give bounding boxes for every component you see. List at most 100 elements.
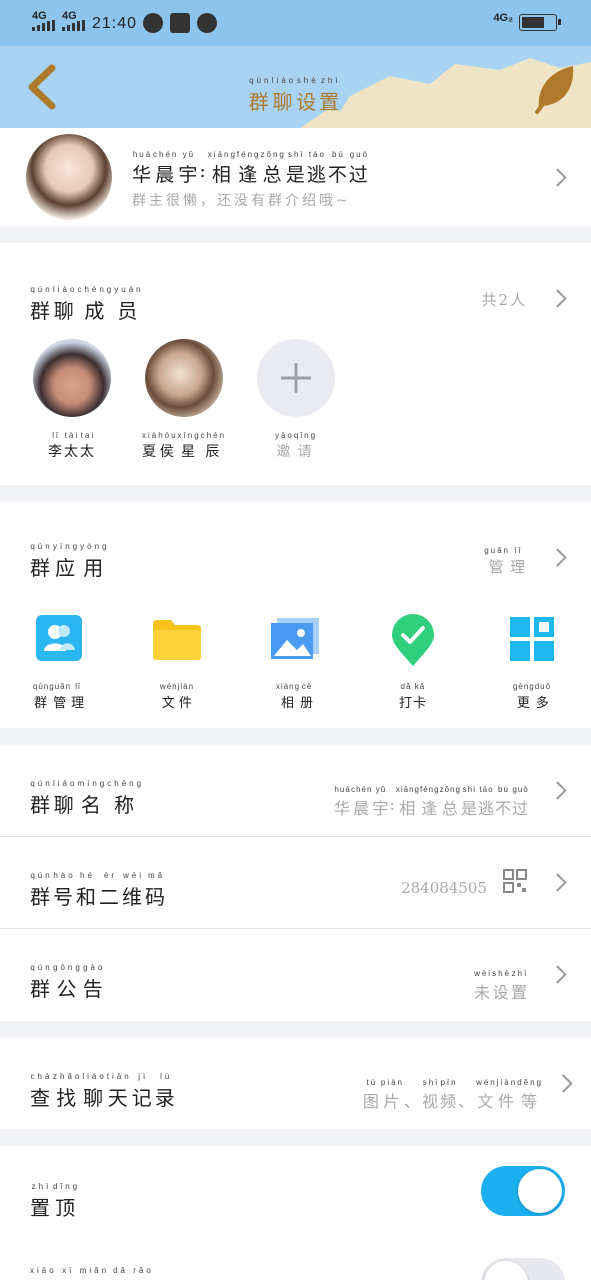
char: táo 逃 (477, 785, 495, 818)
char: wén 文 (476, 1078, 497, 1111)
next-row-label: xiāo消 xī息 miǎn免dǎ打 rǎo扰 (30, 1258, 155, 1280)
chevron-right-icon (551, 873, 563, 893)
char: zǒng 总 (439, 785, 461, 818)
chevron-right-icon (551, 168, 563, 188)
leaf-menu-icon[interactable] (533, 62, 577, 114)
char: xīng 星 (177, 431, 201, 460)
char: liáo 聊 (53, 779, 78, 817)
char: shì 是 (285, 150, 307, 186)
app-label: gèng 更 duō 多 (492, 674, 572, 711)
char: qún 群 (30, 871, 53, 909)
chevron-right-icon[interactable] (551, 289, 563, 309)
group-apps-card: qún 群 yìng 应 yòng 用 guǎn 管 lǐ 理 qún 群 guǎn 管 lǐ 理 wén… (0, 502, 591, 728)
char: liáo 聊 (271, 76, 297, 114)
char: xiāo消 (30, 1266, 57, 1275)
group-manage-icon[interactable] (36, 615, 82, 661)
network-type: 4G₂ (493, 12, 513, 24)
member-name: lǐ 李 tài 太 tai 太 (33, 423, 111, 461)
status-bar: 4G 4G 21:40 4G₂ (0, 0, 591, 46)
checkin-icon[interactable] (391, 614, 435, 666)
char: chén 晨 (351, 785, 373, 818)
char: guǎn 管 (484, 546, 510, 576)
search-chat-label: chá 查 zhǎo 找 liáo 聊 tiān 天 jì 记 lù 录 (30, 1064, 178, 1111)
char: : (199, 160, 208, 182)
signal-bars-icon (32, 20, 55, 31)
char: jì 记 (131, 1072, 155, 1110)
group-name-value: huá 华 chén 晨 yǔ 宇: xiāng 相 féng 逢 zǒng 总 shì 是 táo 逃 bù 不… (334, 777, 529, 819)
group-qr-label: qún 群 hào 号 hé 和 èr 二 wéi 维 mǎ 码 (30, 863, 168, 910)
char: chén 晨 (153, 150, 179, 186)
settings-card: qún 群 liáo 聊 míng 名 chēng 称 huá 华 chén 晨 yǔ 宇: xiāng 相… (0, 745, 591, 1021)
invite-button[interactable] (257, 339, 335, 417)
apps-manage[interactable]: guǎn 管 lǐ 理 (484, 538, 527, 577)
char: xiāng 相 (395, 785, 420, 818)
char: kǎ 卡 (413, 682, 428, 711)
app-label: dǎ 打 kǎ 卡 (373, 674, 453, 711)
char: qún 群 (30, 285, 53, 323)
char: duō 多 (534, 682, 552, 711)
char: féng 逢 (236, 150, 261, 186)
char: shì 视 (422, 1078, 441, 1111)
member-avatar[interactable] (33, 339, 111, 417)
char: 、 (404, 1092, 423, 1111)
qr-code-icon (503, 869, 527, 893)
do-not-disturb-toggle[interactable] (481, 1258, 565, 1280)
char: chéng 成 (77, 285, 115, 323)
group-name-row[interactable]: qún 群 liáo 聊 míng 名 chēng 称 huá 华 chén 晨 yǔ 宇: xiāng 相… (0, 745, 591, 836)
chevron-right-icon (551, 965, 563, 985)
char: lǐ 理 (509, 546, 527, 576)
char: hé 和 (76, 871, 99, 909)
group-number: 284084505 (401, 879, 487, 897)
members-label: qún 群 liáo 聊 chéng 成 yuán 员 (30, 277, 144, 324)
char: lù 录 (154, 1072, 178, 1110)
char: guǎn 管 (49, 682, 72, 711)
search-chat-hint: tú 图 piàn 片、 shì 视 pín 频、 wén 文 jiàn 件 děng 等 (363, 1070, 543, 1112)
char: chén 辰 (200, 431, 227, 460)
folder-icon[interactable] (153, 618, 201, 660)
char: qún 群 (32, 682, 50, 711)
notice-value: wèi 未 shè 设 zhì 置 (474, 961, 529, 1003)
page-title: qún 群 liáo 聊 shè 设 zhì 置 (0, 68, 591, 115)
members-card: qún 群 liáo 聊 chéng 成 yuán 员 共2人 lǐ 李 tài 太 tai 太 xià… (0, 243, 591, 485)
group-qr-row[interactable]: qún 群 hào 号 hé 和 èr 二 wéi 维 mǎ 码 284084505 (0, 837, 591, 928)
album-icon[interactable] (271, 618, 319, 660)
chevron-right-icon[interactable] (551, 548, 563, 568)
char: gōng 公 (53, 963, 83, 1001)
char: lǐ 理 (71, 682, 86, 711)
pin-top-toggle[interactable] (481, 1166, 565, 1216)
char: yǔ 宇 (372, 785, 390, 818)
char: bù 不 (327, 150, 349, 186)
char: guò 过 (348, 150, 370, 186)
group-profile-card[interactable]: huá 华 chén 晨 yǔ 宇: xiāng 相 féng 逢 zǒng 总 shì 是 táo 逃 bù 不… (0, 128, 591, 226)
char: èr 二 (99, 871, 122, 909)
search-chat-row[interactable]: chá 查 zhǎo 找 liáo 聊 tiān 天 jì 记 lù 录 tú 图 piàn 片、 shì 视 p… (0, 1038, 591, 1129)
member-avatar[interactable] (145, 339, 223, 417)
char: tú 图 (362, 1078, 381, 1111)
char: zhǎo 找 (53, 1072, 83, 1110)
notice-label: qún 群 gōng 公 gào 告 (30, 955, 106, 1002)
char: zhì 置 (30, 1182, 53, 1220)
char: mǎ 码 (145, 871, 168, 909)
char: tài 太 (64, 431, 80, 460)
plus-icon (281, 363, 311, 393)
toggles-card: zhì置dǐng顶 xiāo消 xī息 miǎn免dǎ打 rǎo扰 (0, 1146, 591, 1280)
char: hào 号 (53, 871, 76, 909)
char: huá 华 (334, 785, 352, 818)
char: bù 不 (494, 785, 512, 818)
screenshot-icon (170, 13, 190, 33)
member-count[interactable]: 共2人 (481, 289, 527, 310)
char: míng 名 (77, 779, 108, 817)
more-grid-icon[interactable] (510, 617, 554, 661)
char: xiàng 相 (275, 682, 301, 711)
char: shè 设 (492, 969, 511, 1002)
char: qún 群 (30, 779, 53, 817)
char: jiàn 件 (496, 1078, 518, 1111)
char: qún 群 (30, 542, 53, 580)
char: tiān 天 (106, 1072, 132, 1110)
group-name: huá 华 chén 晨 yǔ 宇: xiāng 相 féng 逢 zǒng 总 shì 是 táo 逃 bù 不… (132, 142, 370, 187)
char: děng 等 (517, 1078, 543, 1111)
char: liáo 聊 (53, 285, 78, 323)
pin-top-label: zhì 置 dǐng 顶 (30, 1174, 80, 1221)
notice-row[interactable]: qún 群 gōng 公 gào 告 wèi 未 shè 设 zhì 置 (0, 929, 591, 1021)
char: xiāng 相 (207, 150, 237, 186)
